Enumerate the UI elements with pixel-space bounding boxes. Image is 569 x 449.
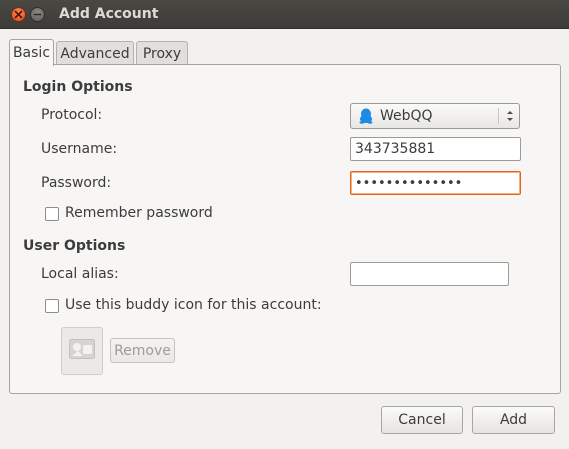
close-icon bbox=[14, 10, 23, 19]
remember-password-label[interactable]: Remember password bbox=[65, 205, 213, 221]
combo-arrows-icon bbox=[505, 109, 515, 127]
protocol-select[interactable]: WebQQ bbox=[350, 103, 520, 129]
password-label: Password: bbox=[41, 175, 112, 191]
tab-basic[interactable]: Basic bbox=[9, 39, 54, 66]
buddy-icon-button[interactable] bbox=[61, 327, 103, 375]
username-field[interactable]: 343735881 bbox=[350, 137, 521, 161]
tab-proxy[interactable]: Proxy bbox=[136, 41, 188, 65]
remember-password-checkbox[interactable] bbox=[45, 207, 59, 221]
image-placeholder-icon bbox=[69, 339, 95, 363]
combo-separator bbox=[498, 108, 499, 124]
close-window-button[interactable] bbox=[11, 7, 26, 22]
window-title: Add Account bbox=[59, 6, 159, 22]
local-alias-field[interactable] bbox=[350, 262, 509, 286]
cancel-button[interactable]: Cancel bbox=[381, 406, 463, 434]
add-button[interactable]: Add bbox=[472, 406, 555, 434]
protocol-value: WebQQ bbox=[380, 108, 433, 124]
password-field[interactable]: •••••••••••••• bbox=[350, 171, 521, 195]
local-alias-label: Local alias: bbox=[41, 266, 119, 282]
minimize-icon bbox=[33, 13, 42, 16]
tab-panel-basic: Login Options Protocol: WebQQ Username: … bbox=[9, 64, 561, 394]
login-options-heading: Login Options bbox=[23, 79, 133, 95]
buddy-icon-checkbox[interactable] bbox=[45, 299, 59, 313]
user-options-heading: User Options bbox=[23, 238, 126, 254]
add-account-dialog: Add Account Basic Advanced Proxy Login O… bbox=[0, 0, 569, 449]
tab-advanced[interactable]: Advanced bbox=[56, 41, 134, 65]
remove-icon-button[interactable]: Remove bbox=[110, 338, 175, 363]
penguin-icon bbox=[359, 108, 373, 124]
minimize-window-button[interactable] bbox=[30, 7, 45, 22]
protocol-label: Protocol: bbox=[41, 107, 103, 123]
title-bar: Add Account bbox=[0, 0, 569, 29]
password-value: •••••••••••••• bbox=[355, 175, 463, 191]
buddy-icon-label[interactable]: Use this buddy icon for this account: bbox=[65, 297, 322, 313]
username-label: Username: bbox=[41, 141, 118, 157]
